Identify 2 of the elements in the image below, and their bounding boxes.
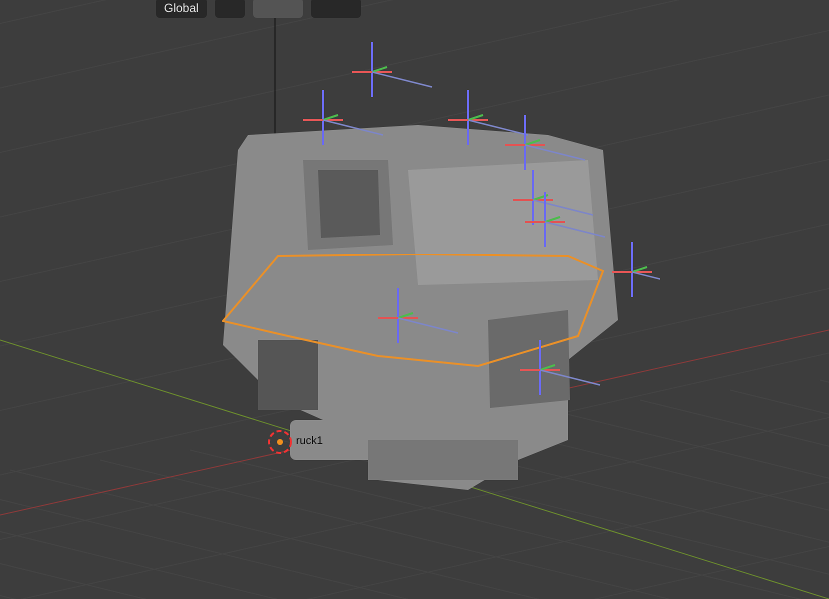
orientation-dropdown[interactable]: Global bbox=[156, 0, 207, 18]
object-label: ruck1 bbox=[296, 434, 323, 449]
